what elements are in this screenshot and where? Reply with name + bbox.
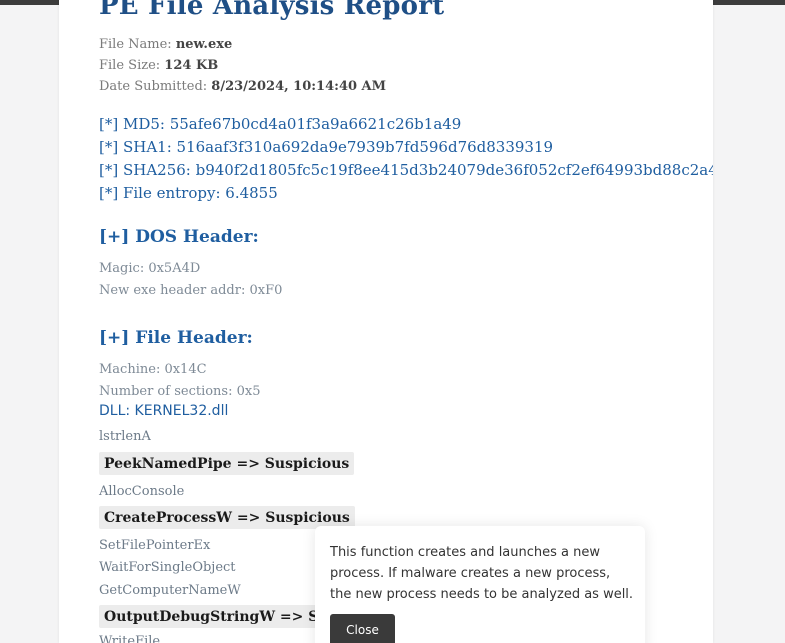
report-card: PE File Analysis Report File Name: new.e… [59,0,713,643]
file-header-sections: Number of sections: 0x5 [99,384,261,399]
import-function: GetComputerNameW [99,583,241,598]
dll-name: DLL: KERNEL32.dll [99,403,229,419]
file-name-row: File Name: new.exe [99,37,232,52]
file-header-heading: [+] File Header: [99,328,253,348]
sha256-hash: [*] SHA256: b940f2d1805fc5c19f8ee415d3b2… [99,161,713,179]
file-entropy: [*] File entropy: 6.4855 [99,184,278,202]
date-submitted-row: Date Submitted: 8/23/2024, 10:14:40 AM [99,79,386,94]
date-submitted-label: Date Submitted: [99,79,208,94]
dos-header-heading: [+] DOS Header: [99,227,259,247]
sha1-hash: [*] SHA1: 516aaf3f310a692da9e7939b7fd596… [99,138,554,156]
date-submitted-value: 8/23/2024, 10:14:40 AM [211,79,387,94]
file-name-label: File Name: [99,37,172,52]
file-size-label: File Size: [99,58,161,73]
file-size-row: File Size: 124 KB [99,58,218,73]
suspicious-function[interactable]: PeekNamedPipe => Suspicious [99,452,355,475]
import-function: WaitForSingleObject [99,560,236,575]
import-function: WriteFile [99,634,161,643]
dos-new-exe-header-addr: New exe header addr: 0xF0 [99,283,283,298]
import-function: lstrlenA [99,429,151,444]
page-title: PE File Analysis Report [99,0,445,21]
import-function: SetFilePointerEx [99,538,211,553]
md5-hash: [*] MD5: 55afe67b0cd4a01f3a9a6621c26b1a4… [99,115,462,133]
dos-magic: Magic: 0x5A4D [99,261,201,276]
tooltip-text: This function creates and launches a new… [330,545,634,602]
file-name-value: new.exe [175,37,233,52]
file-size-value: 124 KB [164,58,219,73]
close-button[interactable]: Close [330,614,395,643]
suspicious-function[interactable]: CreateProcessW => Suspicious [99,506,355,529]
file-header-machine: Machine: 0x14C [99,362,207,377]
function-description-tooltip: This function creates and launches a new… [315,526,645,643]
import-function: AllocConsole [99,484,185,499]
